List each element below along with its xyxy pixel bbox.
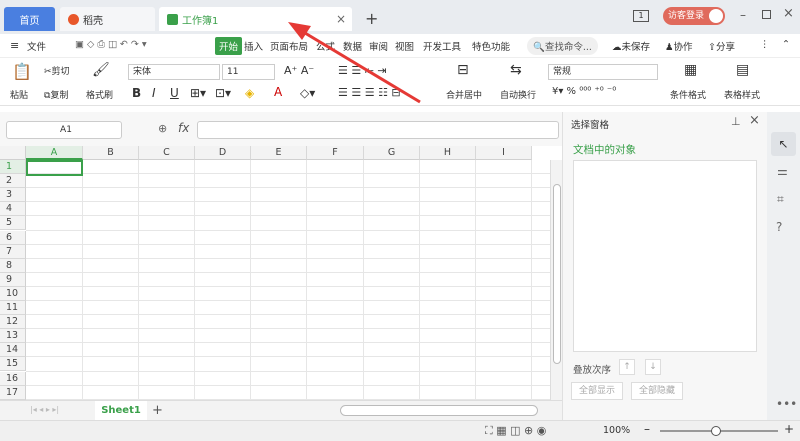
annotation-arrow <box>288 22 421 104</box>
